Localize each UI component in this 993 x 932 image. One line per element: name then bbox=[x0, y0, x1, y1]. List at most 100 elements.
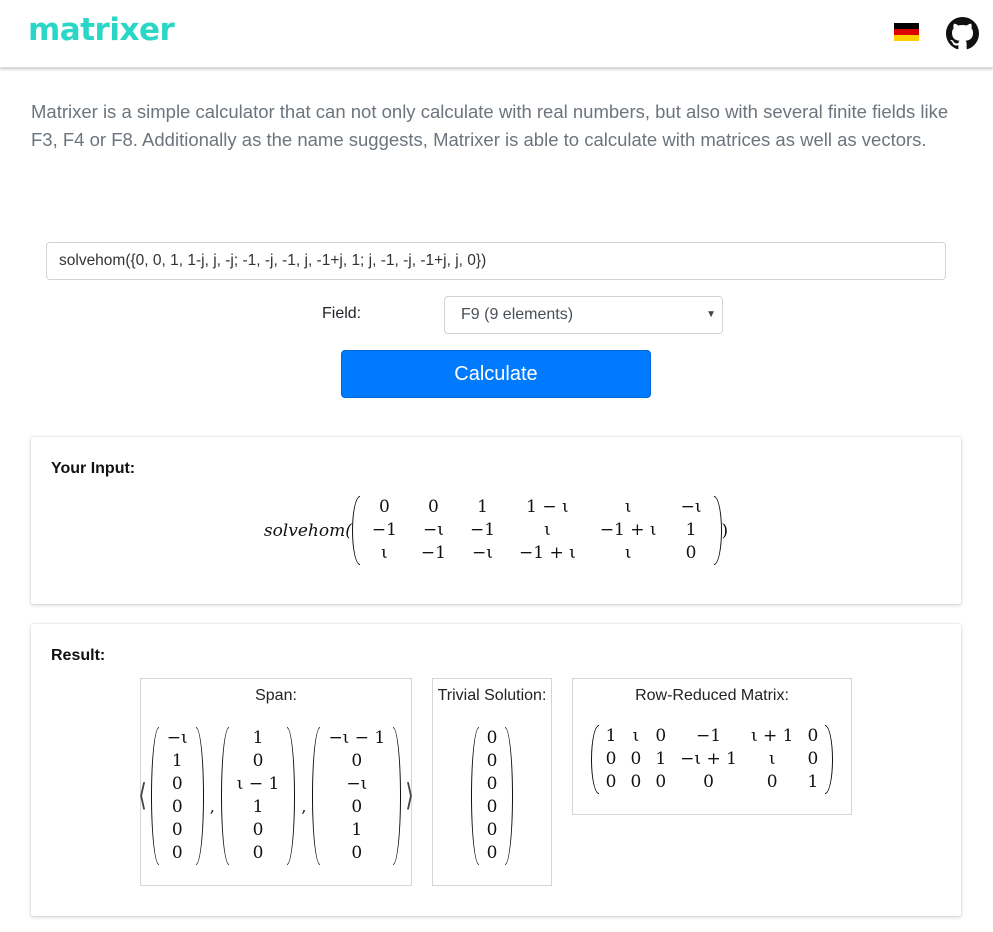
vector-row: ι − 1 bbox=[229, 773, 288, 796]
reduced-matrix: 1 ι 0 −1 ι + 1 0 0 0 1 −ι + 1ι0000001 bbox=[573, 723, 851, 795]
left-paren bbox=[351, 496, 360, 565]
span-close-bracket: ⟩ bbox=[405, 778, 414, 814]
matrix-entry: 1 bbox=[807, 771, 819, 792]
matrix-row: 1 ι 0 −1 ι + 10 bbox=[599, 725, 826, 748]
matrix-entry: −ι bbox=[422, 520, 444, 540]
matrix-row: ι −1 −ι −1 + ι ι 0 bbox=[360, 542, 714, 565]
left-paren bbox=[220, 727, 229, 865]
matrix-entry: ι + 1 bbox=[750, 725, 794, 746]
vector-row: 0 bbox=[479, 819, 506, 842]
top-navbar: matrixer bbox=[0, 0, 993, 68]
matrix-entry: ι bbox=[381, 543, 388, 563]
span-vector: −ι − 1 0 −ι 0 1 0 bbox=[312, 727, 402, 865]
vector-entry: 0 bbox=[252, 843, 264, 863]
trivial-heading: Trivial Solution: bbox=[437, 687, 547, 704]
input-expression: solvehom( 0 0 1 1 − ι ι −ι −1 −ι −1 ι −1 + ι 1 ι −1 −ι… bbox=[31, 496, 961, 565]
german-flag-icon[interactable] bbox=[894, 23, 919, 41]
matrix-entry: 1 − ι bbox=[526, 497, 569, 517]
matrix-entry: −1 bbox=[371, 520, 397, 540]
matrix-entry: 1 bbox=[685, 520, 697, 540]
vector-row: 1 bbox=[320, 819, 393, 842]
left-paren bbox=[312, 727, 321, 865]
vector-entry: 0 bbox=[171, 843, 183, 863]
vector-entry: 0 bbox=[486, 820, 498, 840]
vector-entry: ι − 1 bbox=[236, 774, 280, 794]
right-paren bbox=[393, 727, 402, 865]
matrix-row: −1 −ι −1 ι −1 + ι 1 bbox=[360, 519, 714, 542]
vector-entry: 0 bbox=[252, 820, 264, 840]
vector-row: 0 bbox=[479, 727, 506, 750]
matrix-entry: 0 bbox=[766, 771, 778, 792]
function-name: solvehom( bbox=[263, 520, 352, 541]
right-paren bbox=[505, 727, 514, 865]
vector-entry: 0 bbox=[171, 797, 183, 817]
matrix-entry: ι bbox=[768, 748, 776, 769]
vector-entry: 0 bbox=[486, 751, 498, 771]
trivial-vector: 0 0 0 0 0 0 bbox=[433, 724, 551, 868]
vector-row: 0 bbox=[229, 819, 288, 842]
github-icon[interactable] bbox=[946, 17, 979, 50]
field-select-value: F9 (9 elements) bbox=[461, 306, 574, 323]
vector-entry: 1 bbox=[252, 728, 264, 748]
vector-separator: , bbox=[301, 796, 307, 816]
vector-entry: 0 bbox=[351, 797, 363, 817]
vector-row: 0 bbox=[479, 773, 506, 796]
chevron-down-icon: ▼ bbox=[706, 309, 716, 320]
vector-entry: 0 bbox=[486, 774, 498, 794]
logo[interactable]: matrixer bbox=[28, 12, 175, 48]
vector-row: 0 bbox=[479, 842, 506, 865]
matrix-entry: 0 bbox=[685, 543, 697, 563]
matrix-entry: 0 bbox=[655, 725, 667, 746]
vector-row: 0 bbox=[159, 796, 196, 819]
vector-entry: 1 bbox=[252, 797, 264, 817]
matrix-entry: ι bbox=[624, 497, 632, 517]
reduced-heading: Row-Reduced Matrix: bbox=[635, 687, 789, 704]
calculate-button[interactable]: Calculate bbox=[341, 350, 651, 398]
vector-separator: , bbox=[209, 796, 215, 816]
intro-text: Matrixer is a simple calculator that can… bbox=[31, 101, 949, 150]
vector-row: 0 bbox=[229, 842, 288, 865]
vector-row: 0 bbox=[159, 842, 196, 865]
expression-input[interactable] bbox=[46, 242, 946, 280]
vector-entry: 0 bbox=[486, 728, 498, 748]
matrix-entry: 0 bbox=[630, 771, 642, 792]
vector-row: −ι bbox=[320, 773, 393, 796]
span-vector: −ι 1 0 0 0 0 bbox=[150, 727, 204, 865]
field-select[interactable]: F9 (9 elements) ▼ bbox=[444, 296, 723, 334]
span-vectors: ⟨ −ι 1 0 0 0 0, 1 0 ι − 1 1 0 0, −ι − 1 0 −ι 0 1 0 ⟩ bbox=[138, 724, 414, 868]
matrix-row: 0 0 1 −ι + 1ι0 bbox=[599, 748, 826, 771]
vector-entry: 0 bbox=[171, 820, 183, 840]
field-label: Field: bbox=[322, 305, 362, 322]
matrix-row: 0 0 1 1 − ι ι −ι bbox=[360, 496, 714, 519]
vector-entry: −ι − 1 bbox=[328, 728, 386, 748]
matrix-entry: 0 bbox=[378, 497, 390, 517]
matrix-entry: 1 bbox=[477, 497, 488, 517]
vector-row: 0 bbox=[159, 773, 196, 796]
matrix-entry: −ι bbox=[680, 497, 702, 517]
matrix-entry: 0 bbox=[605, 748, 617, 769]
closing-paren: ) bbox=[721, 520, 729, 541]
matrix-entry: ι bbox=[632, 725, 640, 746]
matrix-entry: 1 bbox=[655, 748, 667, 769]
matrix-entry: −ι bbox=[472, 543, 493, 563]
right-paren bbox=[195, 727, 204, 865]
vector-entry: 0 bbox=[252, 751, 264, 771]
vector-row: −ι − 1 bbox=[320, 727, 393, 750]
vector-entry: 0 bbox=[486, 843, 498, 863]
matrix-entry: −1 + ι bbox=[599, 520, 657, 540]
matrix-entry: ι bbox=[624, 543, 632, 563]
vector-entry: 0 bbox=[486, 797, 498, 817]
matrix-entry: −1 bbox=[696, 725, 722, 746]
reduced-box: Row-Reduced Matrix: 1 ι 0 −1 ι + 1 0 0 0 1 −ι + 1… bbox=[572, 678, 852, 815]
matrix-entry: −ι + 1 bbox=[680, 748, 737, 769]
right-paren bbox=[825, 724, 834, 794]
left-paren bbox=[150, 727, 159, 865]
trivial-box: Trivial Solution: 0 0 0 0 0 0 bbox=[432, 678, 552, 886]
left-paren bbox=[470, 727, 479, 865]
vector-row: 1 bbox=[159, 750, 196, 773]
vector-entry: 0 bbox=[351, 843, 363, 863]
vector-entry: −ι bbox=[346, 774, 368, 794]
right-paren bbox=[287, 727, 296, 865]
span-vector: 1 0 ι − 1 1 0 0 bbox=[220, 727, 296, 865]
vector-row: 1 bbox=[229, 796, 288, 819]
